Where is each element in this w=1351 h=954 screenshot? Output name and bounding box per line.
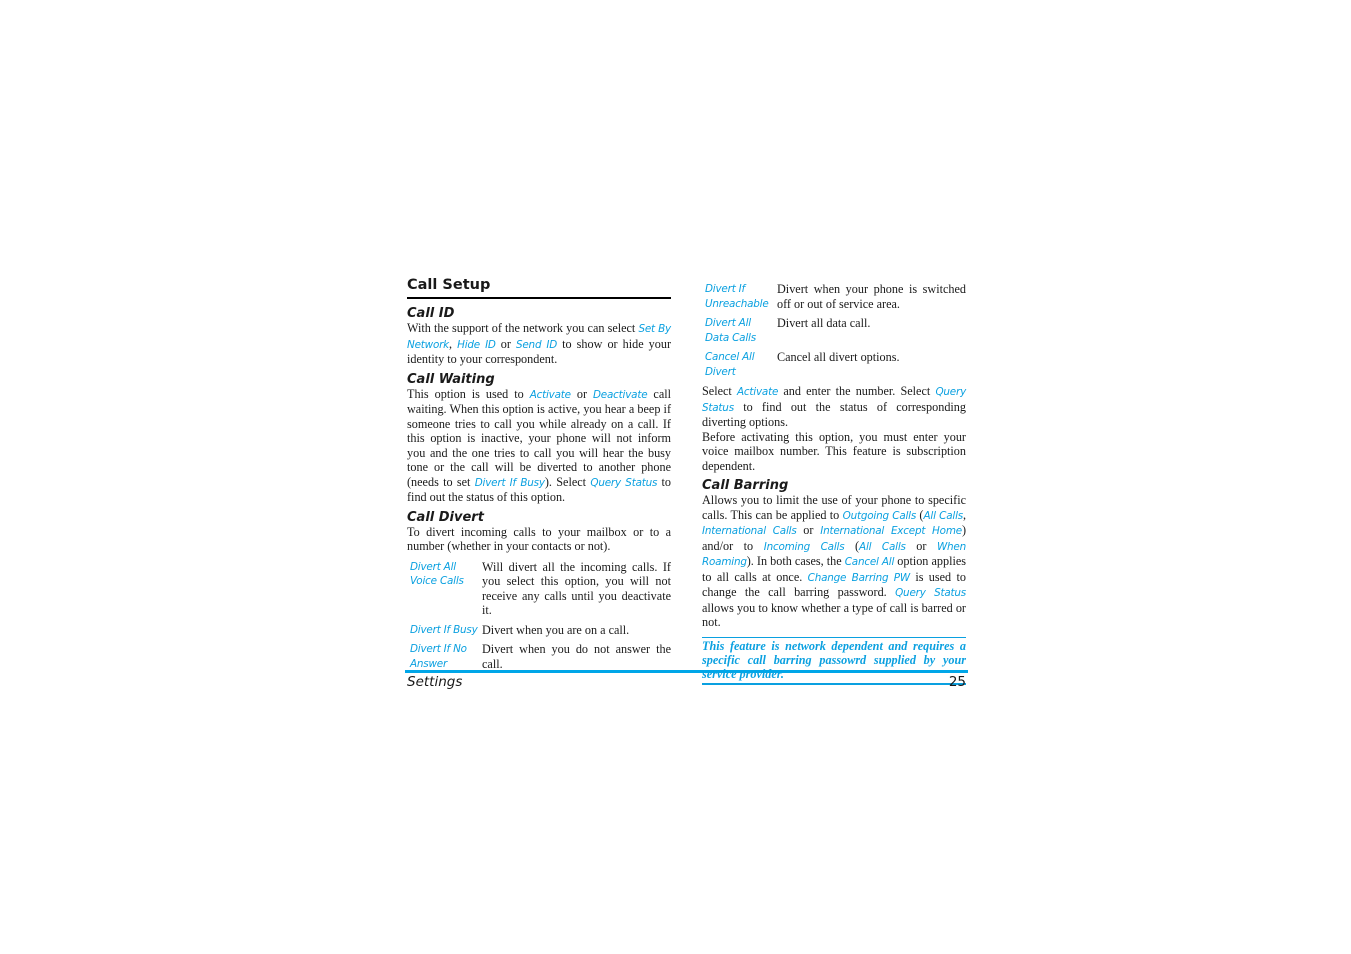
text: ). Select — [544, 474, 591, 489]
menu-term-change-barring-pw: Change Barring PW — [807, 571, 910, 584]
option-desc: Cancel all divert options. — [777, 350, 900, 364]
option-row: Divert All Voice Calls Will divert all t… — [407, 560, 671, 623]
text: or — [570, 386, 593, 401]
option-key: Cancel All Divert — [705, 351, 755, 378]
divert-options-table: Divert All Voice Calls Will divert all t… — [407, 560, 671, 677]
menu-term-send-id: Send ID — [515, 338, 558, 351]
manual-page: Call Setup Call ID With the support of t… — [0, 0, 1351, 954]
call-waiting-paragraph: This option is used to Activate or Deact… — [407, 387, 671, 505]
text: ( — [844, 538, 860, 553]
text: or — [495, 336, 516, 351]
option-key: Divert All Data Calls — [705, 317, 756, 344]
call-divert-intro: To divert incoming calls to your mailbox… — [407, 524, 671, 554]
menu-term-incoming-calls: Incoming Calls — [763, 540, 845, 553]
option-desc: Divert when your phone is switched off o… — [777, 282, 966, 311]
call-id-heading: Call ID — [407, 306, 455, 321]
option-row: Cancel All Divert Cancel all divert opti… — [702, 350, 966, 384]
text: With the support of the network you can … — [407, 321, 639, 335]
menu-term-query-status: Query Status — [590, 476, 658, 489]
menu-term-query-status: Query Status — [895, 587, 966, 599]
option-key: Divert If Busy — [410, 623, 478, 636]
option-key: Divert All Voice Calls — [410, 560, 464, 588]
option-desc: Divert when you are on a call. — [482, 622, 630, 637]
menu-term-divert-if-busy: Divert If Busy — [474, 476, 545, 489]
call-id-paragraph: With the support of the network you can … — [407, 321, 671, 367]
right-column: Divert If Unreachable Divert when your p… — [702, 282, 966, 685]
menu-term-cancel-all: Cancel All — [844, 556, 895, 568]
text: This option is used to — [407, 386, 530, 401]
option-row: Divert All Data Calls Divert all data ca… — [702, 316, 966, 350]
text: call waiting. When this option is active… — [407, 386, 671, 489]
text: Select — [702, 384, 737, 398]
menu-term-outgoing-calls: Outgoing Calls — [842, 509, 917, 522]
page-number: 25 — [948, 674, 966, 690]
menu-term-all-calls: All Calls — [923, 509, 963, 522]
option-key: Divert If Unreachable — [705, 283, 769, 310]
section-title: Call Setup — [407, 276, 671, 299]
call-barring-paragraph: Allows you to limit the use of your phon… — [702, 493, 966, 630]
call-barring-heading: Call Barring — [702, 478, 789, 493]
menu-term-activate: Activate — [529, 388, 571, 401]
menu-term-international-except-home: International Except Home — [820, 525, 962, 537]
text: ). In both cases, the — [746, 554, 845, 568]
text: and enter the number. Select — [778, 384, 936, 398]
text: to find out the status of corresponding … — [702, 399, 966, 430]
option-row: Divert If Busy Divert when you are on a … — [407, 623, 671, 643]
option-desc: Divert all data call. — [777, 316, 871, 330]
divert-options-table-continued: Divert If Unreachable Divert when your p… — [702, 282, 966, 384]
text: , — [448, 336, 458, 351]
text: or — [796, 523, 821, 537]
divert-select-paragraph: Select Activate and enter the number. Se… — [702, 384, 966, 430]
text: , — [962, 507, 967, 522]
footer-rule — [405, 670, 968, 673]
menu-term-all-calls: All Calls — [859, 540, 906, 553]
option-desc: Will divert all the incoming calls. If y… — [482, 559, 671, 618]
option-row: Divert If Unreachable Divert when your p… — [702, 282, 966, 316]
call-divert-heading: Call Divert — [407, 509, 484, 525]
menu-term-deactivate: Deactivate — [593, 388, 648, 401]
menu-term-international-calls: International Calls — [702, 525, 797, 537]
call-waiting-heading: Call Waiting — [407, 371, 495, 387]
divert-before-paragraph: Before activating this option, you must … — [702, 429, 966, 473]
menu-term-activate: Activate — [736, 386, 779, 398]
text: allows you to know whether a type of cal… — [702, 600, 966, 630]
menu-term-hide-id: Hide ID — [457, 338, 496, 351]
text: or — [905, 538, 937, 553]
footer-chapter: Settings — [407, 674, 463, 690]
left-column: Call Setup Call ID With the support of t… — [407, 276, 671, 676]
